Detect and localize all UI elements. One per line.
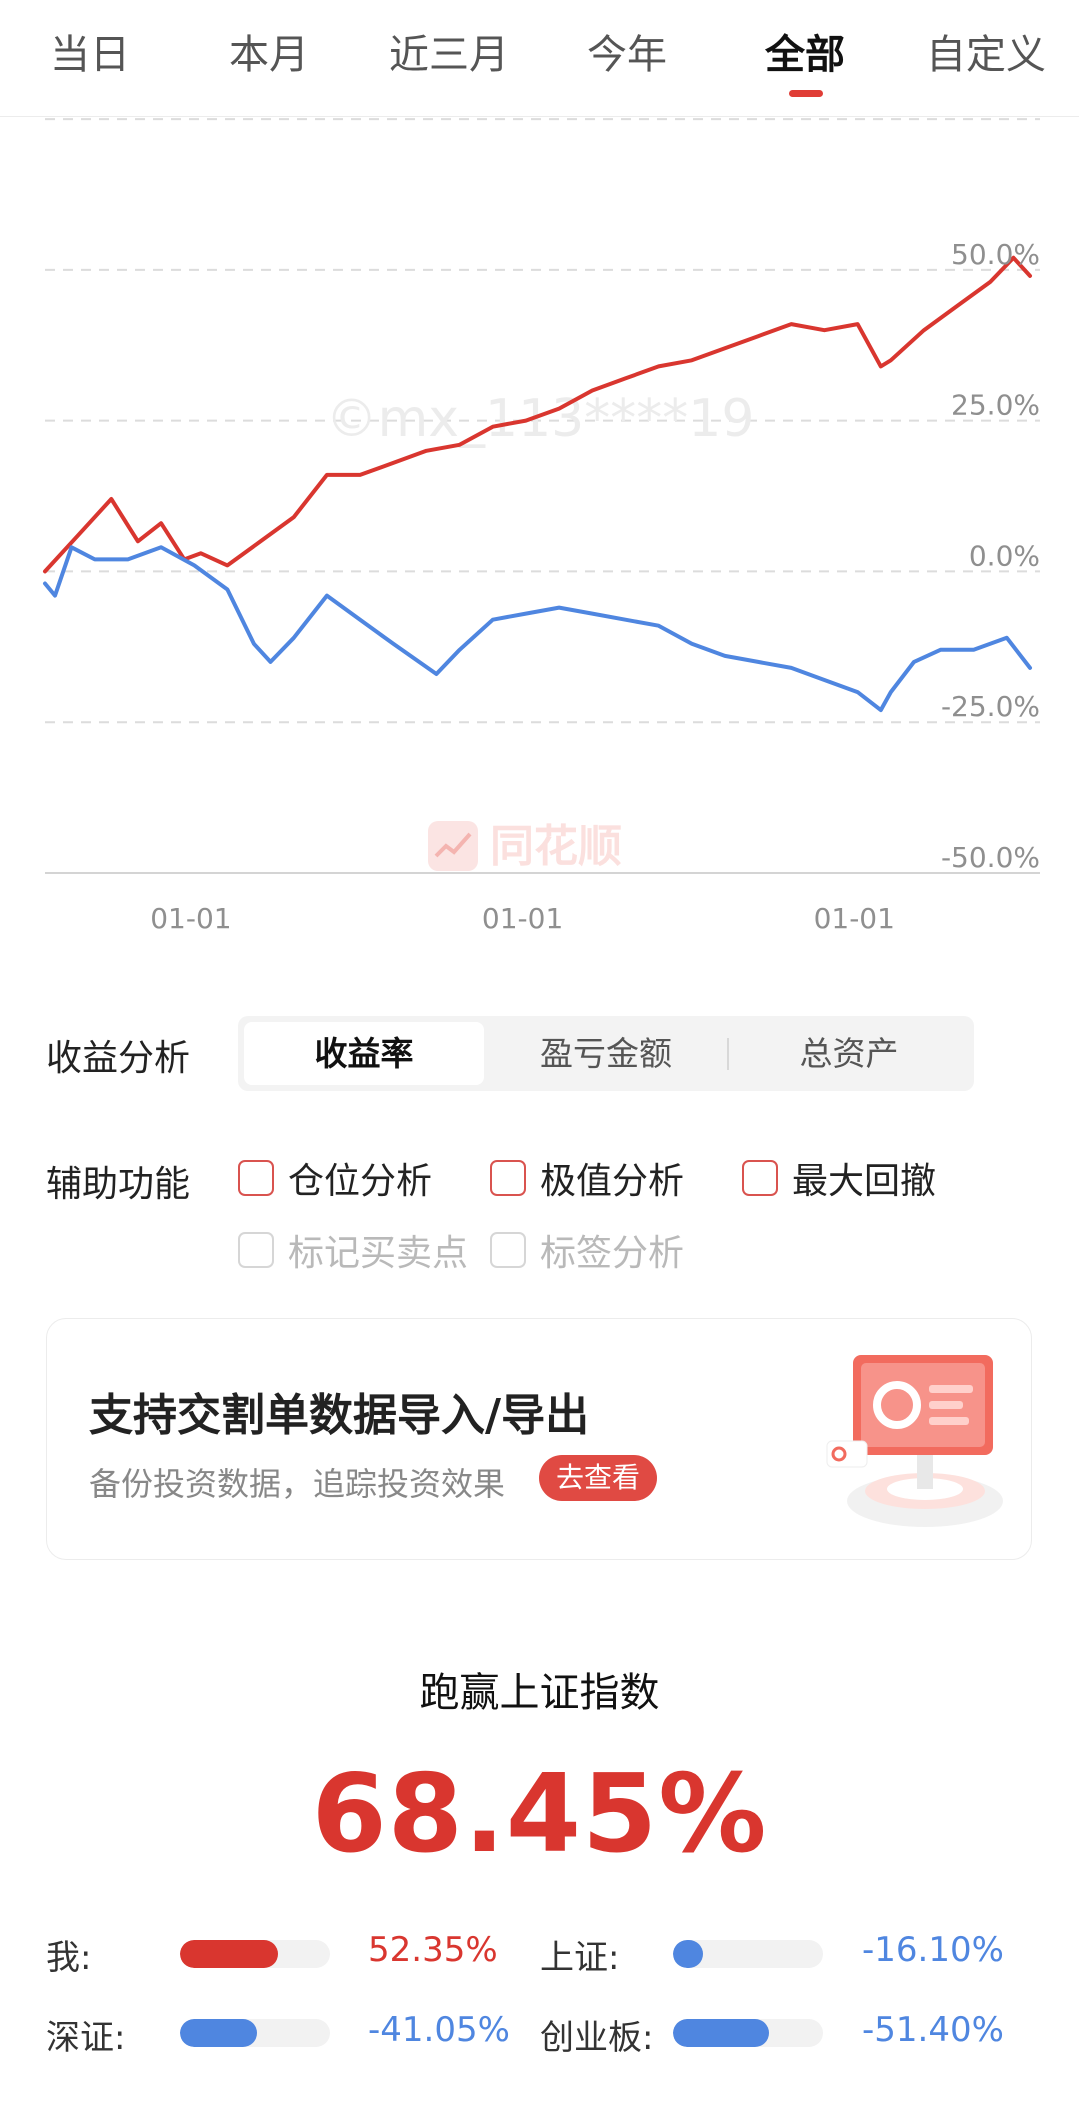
monitor-illustration-icon [826,1355,1003,1527]
checkbox-position-analysis[interactable]: 仓位分析 [238,1154,432,1202]
brand-watermark: 同花顺 [428,821,622,872]
compare-value-chinext: -51.40% [862,2010,1004,2050]
compare-label-mine: 我: [46,1938,92,1978]
brand-watermark-text: 同花顺 [490,821,622,872]
y-tick-label: -50.0% [941,841,1040,874]
checkbox-label: 最大回撤 [792,1161,937,1202]
beat-index-title: 跑赢上证指数 [419,1670,660,1716]
compare-value-shenzhen: -41.05% [368,2010,510,2050]
segment-profit-amount[interactable]: 盈亏金额 [486,1022,726,1085]
tab-this-month[interactable]: 本月 [229,22,309,80]
checkbox-box[interactable] [238,1160,274,1196]
compare-bar-shenzhen [180,2019,330,2047]
compare-label-shanghai: 上证: [540,1938,620,1978]
compare-bar-fill [180,2019,257,2047]
segment-divider [727,1038,729,1070]
y-tick-label: 25.0% [951,389,1040,422]
period-tabs: 当日 本月 近三月 今年 全部 自定义 [0,0,1079,117]
checkbox-label: 极值分析 [540,1161,685,1202]
promo-view-button[interactable]: 去查看 [539,1455,657,1501]
segment-total-assets[interactable]: 总资产 [730,1022,968,1085]
y-tick-label: 0.0% [969,539,1040,572]
checkbox-box[interactable] [238,1232,274,1268]
tab-all[interactable]: 全部 [765,22,845,80]
checkbox-box[interactable] [490,1232,526,1268]
beat-index-value: 68.45% [311,1752,768,1877]
compare-bar-fill [180,1940,278,1968]
tab-custom[interactable]: 自定义 [926,22,1046,80]
active-tab-indicator [789,90,823,97]
analysis-label: 收益分析 [46,1038,191,1079]
series-line-mine [43,255,1032,574]
compare-value-mine: 52.35% [368,1930,498,1970]
segment-return-rate[interactable]: 收益率 [244,1022,484,1085]
tab-this-year[interactable]: 今年 [587,22,667,80]
compare-bar-shanghai [673,1940,823,1968]
checkbox-label: 仓位分析 [288,1161,433,1202]
compare-value-shanghai: -16.10% [862,1930,1004,1970]
y-tick-label: 50.0% [951,238,1040,271]
compare-label-shenzhen: 深证: [46,2018,126,2058]
compare-bar-chinext [673,2019,823,2047]
import-export-promo-card[interactable]: 支持交割单数据导入/导出 备份投资数据，追踪投资效果 去查看 [46,1318,1032,1560]
user-watermark: ©mx_113****19 [326,389,755,449]
tab-three-months[interactable]: 近三月 [389,22,509,80]
checkbox-extreme-analysis[interactable]: 极值分析 [490,1154,684,1202]
compare-label-chinext: 创业板: [540,2018,654,2058]
promo-subtitle: 备份投资数据，追踪投资效果 [89,1465,506,1503]
checkbox-tag-analysis[interactable]: 标签分析 [490,1226,684,1274]
analysis-segmented-control: 收益率 盈亏金额 总资产 [238,1016,974,1091]
x-tick-label: 01-01 [482,902,563,935]
compare-bar-fill [673,1940,703,1968]
x-tick-label: 01-01 [150,902,231,935]
tab-today[interactable]: 当日 [50,22,130,80]
return-chart-svg: ©mx_113****19 同花顺 75.0% 50.0% 25.0% 0.0% -25… [43,87,1040,935]
y-tick-label: -25.0% [941,690,1040,723]
return-chart[interactable]: ©mx_113****19 同花顺 75.0% 50.0% 25.0% 0.0% -25… [0,87,1079,980]
checkbox-max-drawdown[interactable]: 最大回撤 [742,1154,936,1202]
compare-bar-mine [180,1940,330,1968]
checkbox-buy-sell-points[interactable]: 标记买卖点 [238,1226,468,1274]
compare-bar-fill [673,2019,769,2047]
checkbox-label: 标签分析 [540,1233,685,1274]
promo-title: 支持交割单数据导入/导出 [89,1390,590,1441]
aux-label: 辅助功能 [46,1164,191,1205]
x-tick-label: 01-01 [814,902,895,935]
y-tick-label: 75.0% [951,116,1040,120]
checkbox-box[interactable] [742,1160,778,1196]
checkbox-box[interactable] [490,1160,526,1196]
checkbox-label: 标记买卖点 [288,1233,469,1274]
